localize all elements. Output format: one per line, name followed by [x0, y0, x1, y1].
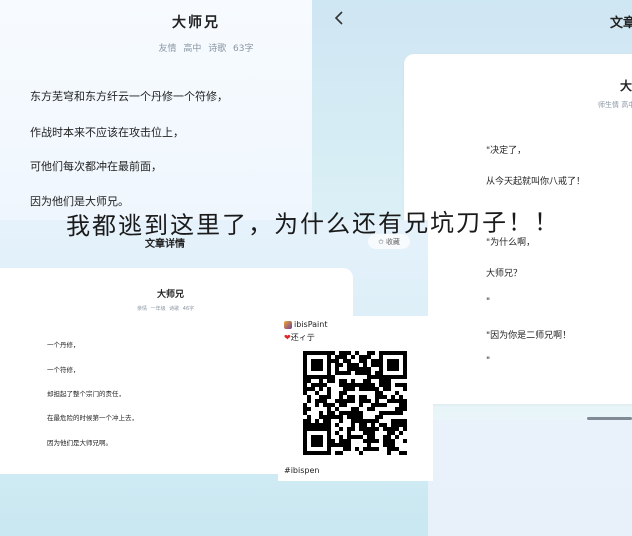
overlay-caption: 我都逃到这里了，为什么还有兄坑刀子！！: [65, 208, 561, 241]
article-line: 一个丹修，: [47, 341, 80, 349]
article-line: 可他们每次都冲在最前面，: [30, 160, 162, 173]
article-line: ": [486, 297, 491, 307]
article-line: 东方芜穹和东方纤云一个丹修一个符修，: [30, 90, 228, 103]
article-line: 一个符修，: [47, 366, 80, 374]
ibispaint-user: ❤还ィ亍: [284, 332, 315, 343]
article-line: "决定了，: [486, 146, 527, 156]
page-title: 文章: [610, 16, 632, 31]
article-line: 大师兄？: [486, 269, 523, 279]
article-title: 大师兄: [157, 290, 185, 300]
qr-code-icon: [303, 351, 407, 455]
ibispaint-app-name: ibisPaint: [294, 320, 328, 329]
article-line: 作战时本来不应该在攻击位上，: [30, 126, 184, 139]
article-line: "因为你是二师兄啊！: [486, 331, 572, 341]
article-line: 却担起了整个宗门的责任，: [47, 390, 125, 398]
article-title: 大: [620, 79, 632, 93]
ibispaint-logo-icon: [284, 321, 292, 329]
scroll-indicator[interactable]: [587, 417, 632, 420]
article-line: ": [486, 356, 491, 366]
article-line: 因为他们是大师兄啊。: [47, 439, 112, 447]
chevron-left-icon[interactable]: [334, 11, 344, 29]
user-name: 还ィ亍: [290, 333, 315, 342]
heart-icon: ❤: [284, 333, 291, 342]
article-meta: 师生情 高中: [598, 101, 632, 109]
ibispaint-tag: #ibispen: [284, 466, 320, 475]
article-line: 在最危险的时候第一个冲上去，: [47, 414, 138, 422]
article-meta: 亲情 一年级 诗歌 46字: [137, 306, 195, 312]
article-line: 从今天起就叫你八戒了！: [486, 177, 586, 187]
